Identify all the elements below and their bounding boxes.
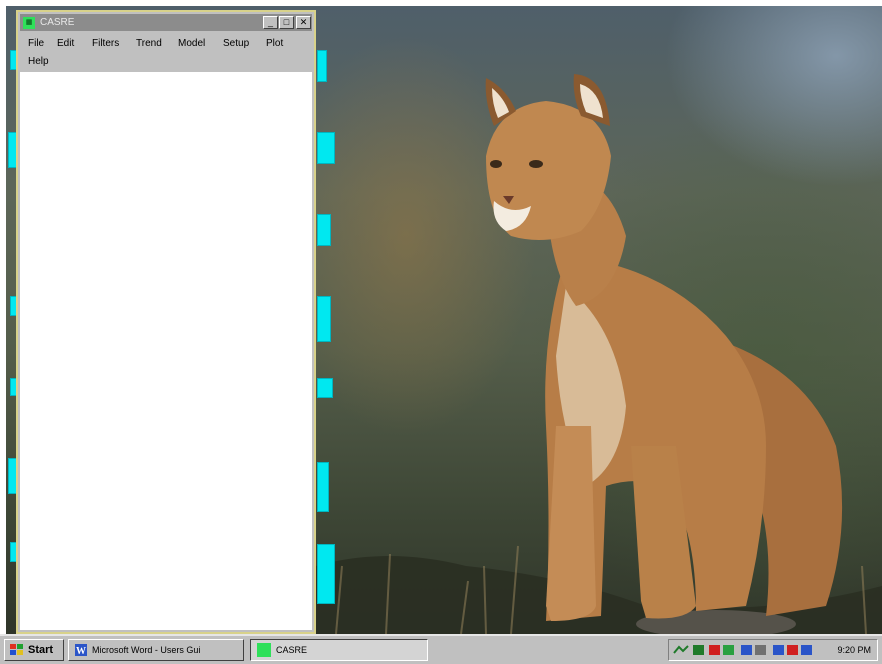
tray-icon[interactable] [801,645,812,655]
desktop-icon[interactable] [317,462,329,512]
tray-icon[interactable] [709,645,720,655]
desktop-icon[interactable] [317,214,331,246]
windows-logo-icon [10,644,23,655]
tray-icon[interactable] [723,645,734,655]
window-client-area[interactable] [20,72,312,630]
window-titlebar[interactable]: ▦ CASRE _ □ ✕ [20,14,312,31]
casre-icon [257,643,271,657]
desktop-icon[interactable] [317,132,335,164]
tray-icon[interactable] [755,645,766,655]
casre-app-icon[interactable]: ▦ [23,16,35,29]
start-label: Start [28,644,54,656]
taskbar-item-word[interactable]: W Microsoft Word - Users Gui [68,639,244,661]
network-icon[interactable] [673,645,689,655]
start-button[interactable]: Start [4,639,64,661]
tray-icon[interactable] [773,645,784,655]
word-icon: W [75,644,87,657]
taskbar-item-label: CASRE [276,645,308,655]
menu-help[interactable]: Help [28,56,49,67]
maximize-button[interactable]: □ [279,16,294,29]
system-tray: 9:20 PM [668,639,878,661]
tray-icon[interactable] [741,645,752,655]
desktop-icon[interactable] [317,378,333,398]
menu-plot[interactable]: Plot [266,38,283,49]
menu-edit[interactable]: Edit [57,38,74,49]
window-title: CASRE [40,17,75,28]
desktop-icon[interactable] [317,50,327,82]
tray-icon[interactable] [787,645,798,655]
menu-trend[interactable]: Trend [136,38,162,49]
taskbar-item-label: Microsoft Word - Users Gui [92,645,201,655]
taskbar-item-casre[interactable]: CASRE [250,639,428,661]
tray-icon[interactable] [693,645,704,655]
minimize-button[interactable]: _ [263,16,278,29]
desktop-icon[interactable] [317,544,335,604]
taskbar-clock[interactable]: 9:20 PM [837,645,871,655]
menu-bar: File Edit Filters Trend Model Setup Plot… [20,33,312,71]
taskbar: Start W Microsoft Word - Users Gui CASRE… [0,634,882,664]
menu-model[interactable]: Model [178,38,205,49]
svg-text:W: W [76,646,86,657]
close-button[interactable]: ✕ [296,16,311,29]
casre-window[interactable]: ▦ CASRE _ □ ✕ File Edit Filters Trend Mo… [16,10,316,634]
desktop-icon[interactable] [317,296,331,342]
menu-filters[interactable]: Filters [92,38,119,49]
menu-setup[interactable]: Setup [223,38,249,49]
menu-file[interactable]: File [28,38,44,49]
